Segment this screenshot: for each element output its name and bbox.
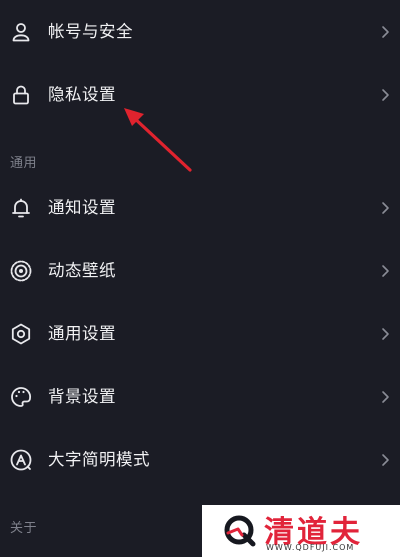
watermark: 清道夫 WWW.QDFUJI.COM xyxy=(202,505,400,557)
bell-icon xyxy=(9,196,33,220)
section-header-about: 关于 xyxy=(10,521,38,536)
menu-item-account-security[interactable]: 帐号与安全 xyxy=(0,12,400,52)
section-header-general: 通用 xyxy=(10,156,38,171)
lock-icon xyxy=(9,83,33,107)
chevron-right-icon xyxy=(380,201,390,215)
wallpaper-icon xyxy=(9,259,33,283)
menu-item-label: 通用设置 xyxy=(48,324,116,343)
menu-item-label: 大字简明模式 xyxy=(48,450,150,469)
menu-item-label: 帐号与安全 xyxy=(48,22,133,41)
menu-item-notification-settings[interactable]: 通知设置 xyxy=(0,188,400,228)
chevron-right-icon xyxy=(380,390,390,404)
annotation-arrow-icon xyxy=(124,108,192,172)
menu-item-label: 背景设置 xyxy=(48,387,116,406)
menu-item-dynamic-wallpaper[interactable]: 动态壁纸 xyxy=(0,251,400,291)
palette-icon xyxy=(9,385,33,409)
menu-item-large-font-mode[interactable]: 大字简明模式 xyxy=(0,440,400,480)
menu-item-label: 动态壁纸 xyxy=(48,261,116,280)
chevron-right-icon xyxy=(380,25,390,39)
chevron-right-icon xyxy=(380,453,390,467)
menu-item-label: 隐私设置 xyxy=(48,85,116,104)
gear-icon xyxy=(9,322,33,346)
menu-item-general-settings[interactable]: 通用设置 xyxy=(0,314,400,354)
menu-item-background-settings[interactable]: 背景设置 xyxy=(0,377,400,417)
chevron-right-icon xyxy=(380,88,390,102)
watermark-url: WWW.QDFUJI.COM xyxy=(266,543,355,552)
chevron-right-icon xyxy=(380,264,390,278)
font-size-icon xyxy=(9,448,33,472)
watermark-logo-icon xyxy=(224,515,256,547)
user-icon xyxy=(9,20,33,44)
menu-item-label: 通知设置 xyxy=(48,198,116,217)
menu-item-privacy-settings[interactable]: 隐私设置 xyxy=(0,75,400,115)
chevron-right-icon xyxy=(380,327,390,341)
